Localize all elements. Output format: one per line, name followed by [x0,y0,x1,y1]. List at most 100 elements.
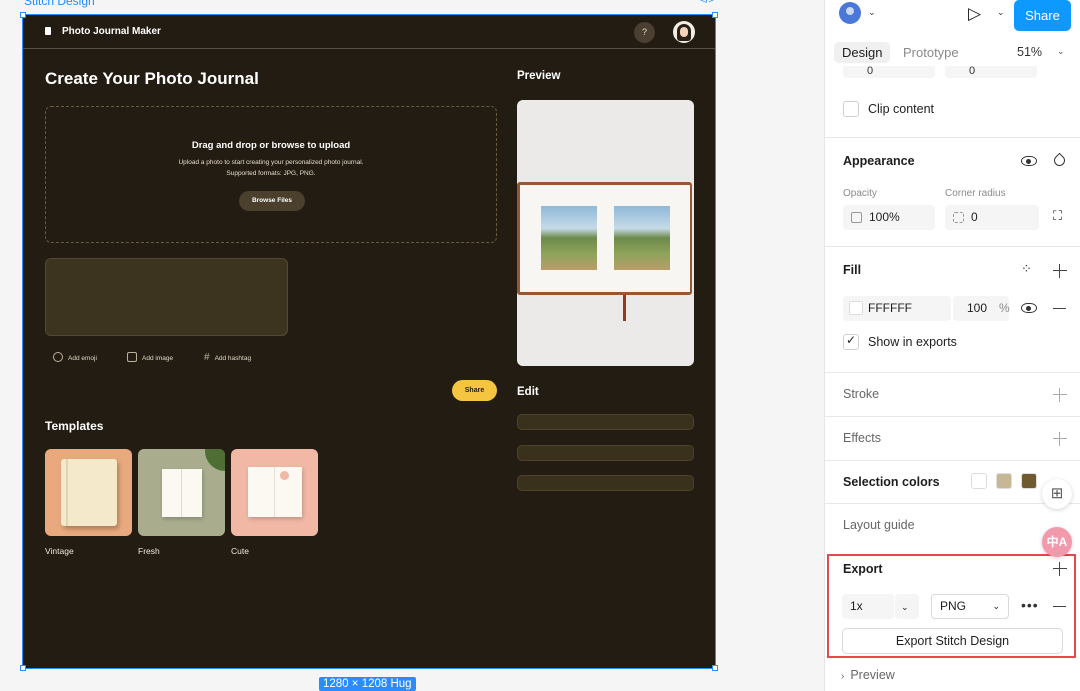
fill-opacity-field[interactable]: 100% [953,296,1010,321]
play-icon[interactable]: ▷ [968,4,981,24]
add-hashtag-button[interactable]: # Add hashtag [204,352,251,363]
help-icon[interactable]: ? [634,22,655,43]
landscape-photo [541,206,597,270]
clip-content-label: Clip content [868,102,935,116]
resize-handle[interactable] [712,12,718,18]
frame-label[interactable]: Stitch Design [24,0,95,8]
eye-icon[interactable] [1021,156,1037,166]
preview-heading: Preview [517,70,561,82]
tab-prototype[interactable]: Prototype [895,42,967,63]
effects-heading: Effects [843,431,881,445]
preview-toggle[interactable]: › Preview [841,668,895,682]
fill-swatch[interactable] [849,301,863,315]
divider [825,416,1080,417]
add-image-label: Add image [142,355,174,362]
add-hashtag-label: Add hashtag [214,355,252,362]
preview-image [517,100,694,366]
more-options-icon[interactable]: ••• [1021,597,1039,613]
open-journal-image [248,467,302,517]
selection-color-swatch[interactable] [1021,473,1037,489]
zoom-level[interactable]: 51% [1017,45,1042,59]
template-cute[interactable] [231,449,318,536]
add-export-icon[interactable] [1053,562,1067,576]
template-vintage[interactable] [45,449,132,536]
corner-radius-value: 0 [971,210,978,224]
opacity-value: 100% [869,210,900,224]
chevron-down-icon[interactable]: ⌄ [1057,46,1065,57]
add-emoji-button[interactable]: Add emoji [53,352,97,362]
logo-icon [45,27,51,35]
upload-title: Drag and drop or browse to upload [191,140,351,151]
upload-subtitle-line1: Upload a photo to start creating your pe… [178,159,364,166]
corner-radius-field[interactable]: 0 [945,205,1039,230]
export-format-select[interactable]: PNG ⌄ [931,594,1009,619]
resize-handle[interactable] [20,665,26,671]
opacity-field[interactable]: 100% [843,205,935,230]
bookmark-ribbon [623,295,626,321]
add-stroke-icon[interactable] [1053,388,1067,402]
edit-field[interactable] [517,414,694,430]
clip-content-checkbox[interactable] [843,101,859,117]
blend-mode-icon[interactable] [1051,152,1068,169]
stroke-heading: Stroke [843,387,880,401]
resize-handle[interactable] [712,665,718,671]
eye-icon[interactable] [1021,303,1037,313]
selection-color-swatch[interactable] [971,473,987,489]
edit-field[interactable] [517,475,694,491]
fill-hex-field[interactable]: FFFFFF [843,296,951,321]
user-avatar[interactable] [839,2,861,24]
layout-guide-heading: Layout guide [843,518,915,532]
upload-subtitle-line2: Supported formats: JPG, PNG. [226,170,316,177]
avatar[interactable] [673,21,695,43]
opacity-icon [851,212,862,223]
chevron-down-icon: ⌄ [901,602,909,612]
canvas[interactable]: Stitch Design </> Photo Journal Maker ? … [0,0,824,691]
independent-corners-icon[interactable]: ⛶ [1053,208,1062,224]
remove-export-icon[interactable] [1053,606,1066,608]
closed-notebook-image [61,459,117,526]
translate-icon[interactable]: 中A [1042,527,1072,557]
properties-panel: ⌄ ▷ ⌄ Share Design Prototype 51% ⌄ 0 0 C… [824,0,1080,691]
export-scale-dropdown[interactable]: ⌄ [895,594,919,619]
template-label: Fresh [138,546,160,556]
chevron-down-icon[interactable]: ⌄ [868,7,876,18]
divider [825,137,1080,138]
plugin-grid-icon[interactable]: ⊞ [1042,479,1072,509]
divider [825,503,1080,504]
export-button[interactable]: Export Stitch Design [842,628,1063,654]
y-field[interactable]: 0 [945,66,1037,78]
chevron-down-icon[interactable]: ⌄ [997,7,1005,18]
template-label: Cute [231,546,249,556]
browse-files-button[interactable]: Browse Files [239,191,305,211]
template-fresh[interactable] [138,449,225,536]
fill-opacity-value: 100 [967,301,988,315]
upload-dropzone[interactable]: Drag and drop or browse to upload Upload… [45,106,497,243]
share-button[interactable]: Share [452,380,497,401]
styles-grid-icon[interactable]: ⁘ [1021,261,1032,277]
tab-design[interactable]: Design [834,42,891,63]
export-scale-select[interactable]: 1x [842,594,894,619]
export-heading: Export [843,562,883,576]
add-emoji-label: Add emoji [68,355,97,362]
resize-handle[interactable] [20,12,26,18]
design-frame[interactable]: Photo Journal Maker ? Create Your Photo … [22,14,716,669]
export-scale-value: 1x [850,599,863,613]
add-effect-icon[interactable] [1053,432,1067,446]
share-button[interactable]: Share [1014,0,1071,31]
journal-text-input[interactable] [45,258,288,336]
add-fill-icon[interactable] [1053,264,1067,278]
show-in-exports-checkbox[interactable] [843,333,859,350]
x-field[interactable]: 0 [843,66,935,78]
selection-color-swatch[interactable] [996,473,1012,489]
photo-album-image [517,182,692,295]
design-header: Photo Journal Maker ? [23,15,715,49]
code-icon[interactable]: </> [699,0,715,6]
appearance-heading: Appearance [843,154,915,168]
upload-subtitle: Upload a photo to start creating your pe… [46,157,496,179]
edit-field[interactable] [517,445,694,461]
edit-heading: Edit [517,386,539,398]
x-value: 0 [867,66,874,77]
remove-fill-icon[interactable] [1053,308,1066,310]
add-image-button[interactable]: Add image [127,352,173,362]
selection-colors-heading: Selection colors [843,475,940,489]
